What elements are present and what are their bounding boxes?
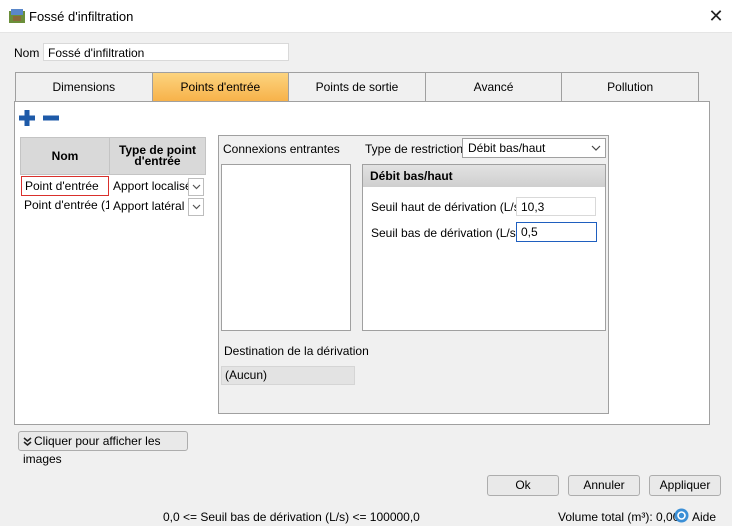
name-field[interactable]: Fossé d'infiltration	[43, 43, 289, 61]
column-header-name[interactable]: Nom	[20, 137, 110, 175]
validation-range-text: 0,0 <= Seuil bas de dérivation (L/s) <= …	[163, 510, 420, 524]
incoming-connections-label: Connexions entrantes	[223, 142, 340, 156]
high-threshold-input[interactable]: 10,3	[516, 197, 596, 216]
incoming-connections-list[interactable]	[221, 164, 351, 331]
tab-exit-points[interactable]: Points de sortie	[288, 72, 425, 102]
cancel-button[interactable]: Annuler	[568, 475, 640, 496]
infiltration-trench-icon	[9, 9, 25, 23]
help-link[interactable]: Aide	[692, 510, 716, 524]
show-images-button[interactable]: Cliquer pour afficher les images	[18, 431, 188, 466]
add-icon[interactable]	[18, 109, 36, 127]
chevron-down-icon	[591, 145, 601, 151]
low-threshold-label: Seuil bas de dérivation (L/s)	[371, 226, 520, 240]
high-threshold-label: Seuil haut de dérivation (L/s)	[371, 200, 524, 214]
column-header-type[interactable]: Type de point d'entrée	[109, 137, 206, 175]
ok-button[interactable]: Ok	[487, 475, 559, 496]
tab-advanced[interactable]: Avancé	[424, 72, 562, 102]
row-1-name-cell[interactable]: Point d'entrée	[21, 176, 109, 196]
tab-entry-points[interactable]: Points d'entrée	[151, 72, 289, 102]
restriction-type-select[interactable]: Débit bas/haut	[462, 138, 606, 158]
name-label: Nom	[14, 46, 40, 60]
help-icon[interactable]	[674, 508, 689, 523]
row-2-type-dropdown[interactable]	[188, 198, 204, 216]
low-threshold-input[interactable]: 0,5	[516, 222, 597, 242]
diversion-destination-label: Destination de la dérivation	[224, 344, 369, 358]
apply-button[interactable]: Appliquer	[649, 475, 721, 496]
double-chevron-down-icon	[23, 437, 32, 446]
diversion-destination-field[interactable]: (Aucun)	[221, 366, 355, 385]
tab-dimensions[interactable]: Dimensions	[15, 72, 152, 102]
row-1-type-cell[interactable]: Apport localisé	[110, 177, 190, 197]
row-2-type-cell[interactable]: Apport latéral	[110, 197, 190, 217]
row-2-name-cell[interactable]: Point d'entrée (1)	[21, 196, 109, 216]
total-volume-text: Volume total (m³): 0,000	[558, 510, 687, 524]
close-icon[interactable]: ✕	[704, 4, 728, 28]
entry-points-grid: Nom Type de point d'entrée Point d'entré…	[20, 137, 206, 217]
tab-bar: Dimensions Points d'entrée Points de sor…	[15, 72, 699, 102]
flow-threshold-group	[362, 164, 606, 331]
show-images-label: Cliquer pour afficher les images	[23, 434, 161, 466]
flow-threshold-group-title: Débit bas/haut	[363, 165, 605, 187]
chevron-down-icon	[192, 184, 200, 190]
remove-icon[interactable]	[42, 109, 60, 127]
restriction-type-label: Type de restriction	[365, 142, 464, 156]
window-title: Fossé d'infiltration	[29, 9, 134, 24]
tab-pollution[interactable]: Pollution	[561, 72, 699, 102]
chevron-down-icon	[192, 204, 200, 210]
restriction-type-value: Débit bas/haut	[468, 141, 546, 155]
row-1-type-dropdown[interactable]	[188, 178, 204, 196]
